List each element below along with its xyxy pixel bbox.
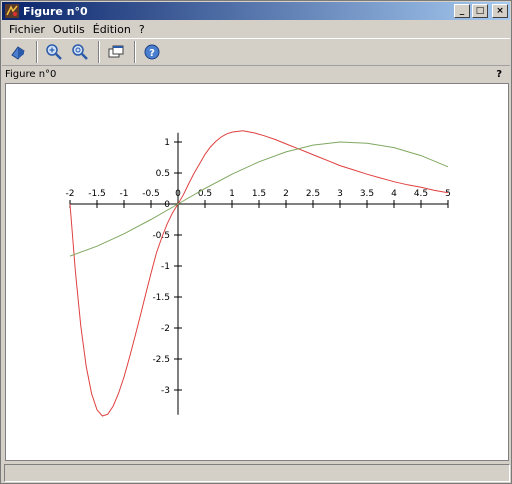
x-tick-label: 0.5 bbox=[198, 189, 212, 199]
x-tick-label: 3 bbox=[337, 189, 343, 199]
y-tick-label: -1.5 bbox=[152, 293, 170, 303]
y-tick-label: 0.5 bbox=[156, 169, 170, 179]
svg-text:?: ? bbox=[149, 48, 155, 59]
x-tick-label: 4.5 bbox=[414, 189, 428, 199]
x-tick-label: 5 bbox=[445, 189, 451, 199]
maximize-button[interactable]: □ bbox=[472, 4, 488, 18]
y-tick-label: 1 bbox=[164, 138, 170, 148]
y-tick-label: -2 bbox=[161, 324, 170, 334]
close-button[interactable]: × bbox=[492, 4, 508, 18]
x-tick-label: 3.5 bbox=[360, 189, 374, 199]
new-window-button[interactable] bbox=[104, 41, 128, 63]
menu-fichier[interactable]: Fichier bbox=[5, 23, 49, 36]
menu-bar: Fichier Outils Édition ? bbox=[2, 20, 510, 38]
figure-label-bar: Figure n°0 ? bbox=[2, 66, 510, 82]
minimize-button[interactable]: _ bbox=[454, 4, 470, 18]
x-tick-label: 2.5 bbox=[306, 189, 320, 199]
rotate-icon bbox=[11, 46, 25, 60]
scilab-app-icon bbox=[4, 3, 20, 19]
x-tick-label: 2 bbox=[283, 189, 289, 199]
x-tick-label: 1 bbox=[229, 189, 235, 199]
y-tick-label: -1 bbox=[161, 262, 170, 272]
figure-label: Figure n°0 bbox=[5, 68, 57, 80]
toolbar-separator bbox=[134, 41, 136, 63]
menu-edition[interactable]: Édition bbox=[89, 23, 135, 36]
menu-help[interactable]: ? bbox=[135, 23, 149, 36]
status-bar bbox=[4, 464, 510, 482]
figure-help-marker[interactable]: ? bbox=[496, 69, 502, 80]
x-tick-label: 1.5 bbox=[252, 189, 266, 199]
menu-outils[interactable]: Outils bbox=[49, 23, 89, 36]
zoom-reset-icon bbox=[72, 44, 88, 60]
window-title: Figure n°0 bbox=[23, 4, 88, 18]
x-tick-label: 4 bbox=[391, 189, 397, 199]
x-tick-label: -1.5 bbox=[88, 189, 106, 199]
y-tick-label: -2.5 bbox=[152, 355, 170, 365]
plot-svg: -2 -1.5 -1 -0.5 0 0.5 1 1.5 2 2.5 3 3.5 4 4.5 510.5-0.… bbox=[66, 130, 451, 417]
x-tick-label: -2 bbox=[66, 189, 75, 199]
toolbar-separator bbox=[36, 41, 38, 63]
x-tick-label: -0.5 bbox=[142, 189, 160, 199]
toolbar-separator bbox=[98, 41, 100, 63]
zoom-in-icon bbox=[46, 44, 62, 60]
y-tick-label: -3 bbox=[161, 386, 170, 396]
toolbar: ? bbox=[2, 38, 510, 66]
figure-window: Figure n°0 _ □ × Fichier Outils Édition … bbox=[0, 0, 512, 484]
plot-canvas[interactable]: -2 -1.5 -1 -0.5 0 0.5 1 1.5 2 2.5 3 3.5 4 4.5 5 1 0.5 -0.… bbox=[5, 83, 509, 461]
help-button[interactable]: ? bbox=[140, 41, 164, 63]
help-icon: ? bbox=[144, 44, 160, 60]
rotate-button[interactable] bbox=[6, 41, 30, 63]
zoom-in-button[interactable] bbox=[42, 41, 66, 63]
x-tick-label: -1 bbox=[120, 189, 129, 199]
zoom-reset-button[interactable] bbox=[68, 41, 92, 63]
series-line-1 bbox=[69, 130, 449, 417]
new-window-icon bbox=[108, 45, 124, 58]
series-line-2 bbox=[69, 141, 449, 257]
title-bar[interactable]: Figure n°0 _ □ × bbox=[2, 2, 510, 20]
x-tick-label: 0 bbox=[175, 189, 181, 199]
